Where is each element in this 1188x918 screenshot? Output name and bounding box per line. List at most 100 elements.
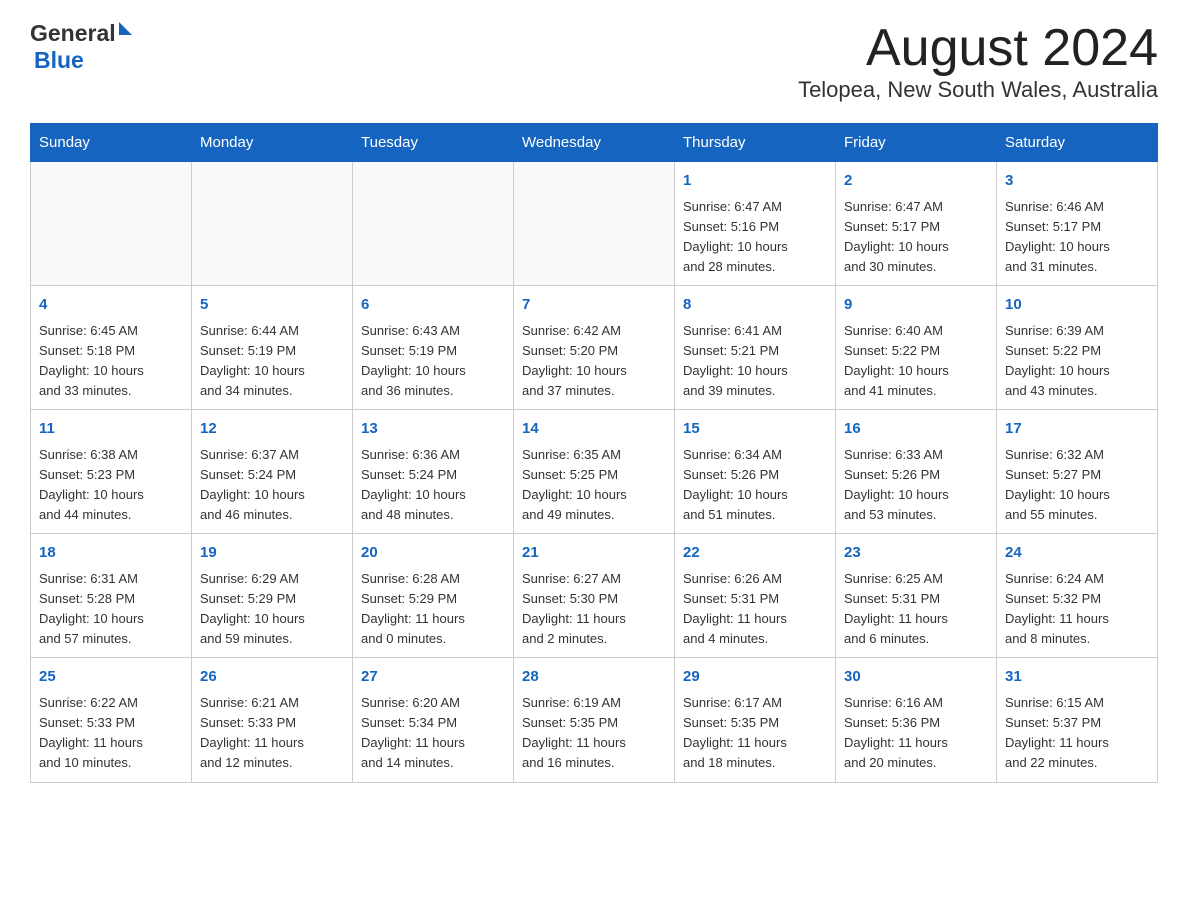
day-info: Sunrise: 6:26 AMSunset: 5:31 PMDaylight:… — [683, 569, 827, 650]
calendar-cell: 4 Sunrise: 6:45 AMSunset: 5:18 PMDaylight… — [31, 286, 192, 410]
day-number: 20 — [361, 542, 505, 565]
day-info: Sunrise: 6:25 AMSunset: 5:31 PMDaylight:… — [844, 569, 988, 650]
day-info: Sunrise: 6:42 AMSunset: 5:20 PMDaylight:… — [522, 321, 666, 402]
calendar-cell: 6Sunrise: 6:43 AMSunset: 5:19 PMDaylight… — [353, 286, 514, 410]
day-info: Sunrise: 6:19 AMSunset: 5:35 PMDaylight:… — [522, 693, 666, 774]
calendar-cell: 10 Sunrise: 6:39 AMSunset: 5:22 PMDayligh… — [997, 286, 1158, 410]
day-number: 12 — [200, 418, 344, 441]
calendar-header-monday: Monday — [192, 124, 353, 162]
calendar-cell: 15 Sunrise: 6:34 AMSunset: 5:26 PMDayligh… — [675, 410, 836, 534]
day-info: Sunrise: 6:36 AMSunset: 5:24 PMDaylight:… — [361, 445, 505, 526]
day-info: Sunrise: 6:15 AMSunset: 5:37 PMDaylight:… — [1005, 693, 1149, 774]
day-info: Sunrise: 6:24 AMSunset: 5:32 PMDaylight:… — [1005, 569, 1149, 650]
calendar-cell: 2 Sunrise: 6:47 AMSunset: 5:17 PMDaylight… — [836, 162, 997, 286]
day-number: 16 — [844, 418, 988, 441]
day-info: Sunrise: 6:20 AMSunset: 5:34 PMDaylight:… — [361, 693, 505, 774]
calendar-cell: 20 Sunrise: 6:28 AMSunset: 5:29 PMDayligh… — [353, 534, 514, 658]
logo-blue-text: Blue — [34, 47, 84, 73]
day-number: 29 — [683, 666, 827, 689]
day-number: 15 — [683, 418, 827, 441]
calendar-header-tuesday: Tuesday — [353, 124, 514, 162]
day-number: 2 — [844, 170, 988, 193]
day-info: Sunrise: 6:34 AMSunset: 5:26 PMDaylight:… — [683, 445, 827, 526]
calendar-cell: 12 Sunrise: 6:37 AMSunset: 5:24 PMDayligh… — [192, 410, 353, 534]
day-number: 4 — [39, 294, 183, 317]
calendar-header-wednesday: Wednesday — [514, 124, 675, 162]
calendar-table: SundayMondayTuesdayWednesdayThursdayFrid… — [30, 123, 1158, 782]
day-number: 26 — [200, 666, 344, 689]
location-title: Telopea, New South Wales, Australia — [798, 77, 1158, 103]
calendar-cell: 3 Sunrise: 6:46 AMSunset: 5:17 PMDaylight… — [997, 162, 1158, 286]
day-number: 18 — [39, 542, 183, 565]
calendar-cell — [192, 162, 353, 286]
day-info: Sunrise: 6:32 AMSunset: 5:27 PMDaylight:… — [1005, 445, 1149, 526]
day-number: 21 — [522, 542, 666, 565]
day-info: Sunrise: 6:37 AMSunset: 5:24 PMDaylight:… — [200, 445, 344, 526]
day-info: Sunrise: 6:47 AMSunset: 5:16 PMDaylight:… — [683, 197, 827, 278]
day-info: Sunrise: 6:38 AMSunset: 5:23 PMDaylight:… — [39, 445, 183, 526]
calendar-cell: 24 Sunrise: 6:24 AMSunset: 5:32 PMDayligh… — [997, 534, 1158, 658]
day-number: 6 — [361, 294, 505, 317]
calendar-cell: 18 Sunrise: 6:31 AMSunset: 5:28 PMDayligh… — [31, 534, 192, 658]
calendar-cell: 5 Sunrise: 6:44 AMSunset: 5:19 PMDaylight… — [192, 286, 353, 410]
title-area: August 2024 Telopea, New South Wales, Au… — [798, 20, 1158, 103]
calendar-cell: 26 Sunrise: 6:21 AMSunset: 5:33 PMDayligh… — [192, 658, 353, 782]
logo: General Blue — [30, 20, 132, 74]
day-number: 30 — [844, 666, 988, 689]
day-number: 3 — [1005, 170, 1149, 193]
calendar-header-sunday: Sunday — [31, 124, 192, 162]
day-info: Sunrise: 6:44 AMSunset: 5:19 PMDaylight:… — [200, 321, 344, 402]
day-info: Sunrise: 6:31 AMSunset: 5:28 PMDaylight:… — [39, 569, 183, 650]
calendar-cell: 27 Sunrise: 6:20 AMSunset: 5:34 PMDayligh… — [353, 658, 514, 782]
day-number: 13 — [361, 418, 505, 441]
day-number: 9 — [844, 294, 988, 317]
calendar-cell: 9 Sunrise: 6:40 AMSunset: 5:22 PMDaylight… — [836, 286, 997, 410]
calendar-cell: 23Sunrise: 6:25 AMSunset: 5:31 PMDayligh… — [836, 534, 997, 658]
calendar-cell: 13 Sunrise: 6:36 AMSunset: 5:24 PMDayligh… — [353, 410, 514, 534]
calendar-cell — [31, 162, 192, 286]
calendar-week-1: 1Sunrise: 6:47 AMSunset: 5:16 PMDaylight… — [31, 162, 1158, 286]
calendar-cell: 8 Sunrise: 6:41 AMSunset: 5:21 PMDaylight… — [675, 286, 836, 410]
day-number: 27 — [361, 666, 505, 689]
calendar-cell — [353, 162, 514, 286]
day-info: Sunrise: 6:47 AMSunset: 5:17 PMDaylight:… — [844, 197, 988, 278]
calendar-cell — [514, 162, 675, 286]
day-number: 31 — [1005, 666, 1149, 689]
day-number: 7 — [522, 294, 666, 317]
calendar-cell: 17 Sunrise: 6:32 AMSunset: 5:27 PMDayligh… — [997, 410, 1158, 534]
calendar-week-5: 25Sunrise: 6:22 AMSunset: 5:33 PMDayligh… — [31, 658, 1158, 782]
calendar-cell: 1Sunrise: 6:47 AMSunset: 5:16 PMDaylight… — [675, 162, 836, 286]
day-info: Sunrise: 6:46 AMSunset: 5:17 PMDaylight:… — [1005, 197, 1149, 278]
day-info: Sunrise: 6:29 AMSunset: 5:29 PMDaylight:… — [200, 569, 344, 650]
day-info: Sunrise: 6:39 AMSunset: 5:22 PMDaylight:… — [1005, 321, 1149, 402]
calendar-cell: 25Sunrise: 6:22 AMSunset: 5:33 PMDayligh… — [31, 658, 192, 782]
calendar-week-2: 4 Sunrise: 6:45 AMSunset: 5:18 PMDaylight… — [31, 286, 1158, 410]
day-info: Sunrise: 6:41 AMSunset: 5:21 PMDaylight:… — [683, 321, 827, 402]
calendar-week-4: 18 Sunrise: 6:31 AMSunset: 5:28 PMDayligh… — [31, 534, 1158, 658]
logo-general-text: General — [30, 20, 116, 47]
calendar-header-saturday: Saturday — [997, 124, 1158, 162]
day-info: Sunrise: 6:45 AMSunset: 5:18 PMDaylight:… — [39, 321, 183, 402]
calendar-cell: 28 Sunrise: 6:19 AMSunset: 5:35 PMDayligh… — [514, 658, 675, 782]
day-info: Sunrise: 6:40 AMSunset: 5:22 PMDaylight:… — [844, 321, 988, 402]
logo-triangle-icon — [119, 22, 132, 35]
calendar-cell: 7 Sunrise: 6:42 AMSunset: 5:20 PMDaylight… — [514, 286, 675, 410]
day-number: 8 — [683, 294, 827, 317]
day-info: Sunrise: 6:33 AMSunset: 5:26 PMDaylight:… — [844, 445, 988, 526]
calendar-cell: 30 Sunrise: 6:16 AMSunset: 5:36 PMDayligh… — [836, 658, 997, 782]
calendar-week-3: 11Sunrise: 6:38 AMSunset: 5:23 PMDayligh… — [31, 410, 1158, 534]
day-number: 28 — [522, 666, 666, 689]
day-number: 24 — [1005, 542, 1149, 565]
day-info: Sunrise: 6:21 AMSunset: 5:33 PMDaylight:… — [200, 693, 344, 774]
day-info: Sunrise: 6:28 AMSunset: 5:29 PMDaylight:… — [361, 569, 505, 650]
calendar-cell: 14Sunrise: 6:35 AMSunset: 5:25 PMDayligh… — [514, 410, 675, 534]
calendar-cell: 29Sunrise: 6:17 AMSunset: 5:35 PMDayligh… — [675, 658, 836, 782]
day-number: 19 — [200, 542, 344, 565]
day-number: 5 — [200, 294, 344, 317]
day-number: 14 — [522, 418, 666, 441]
calendar-header-friday: Friday — [836, 124, 997, 162]
page-header: General Blue August 2024 Telopea, New So… — [30, 20, 1158, 103]
day-number: 10 — [1005, 294, 1149, 317]
day-info: Sunrise: 6:16 AMSunset: 5:36 PMDaylight:… — [844, 693, 988, 774]
day-number: 17 — [1005, 418, 1149, 441]
